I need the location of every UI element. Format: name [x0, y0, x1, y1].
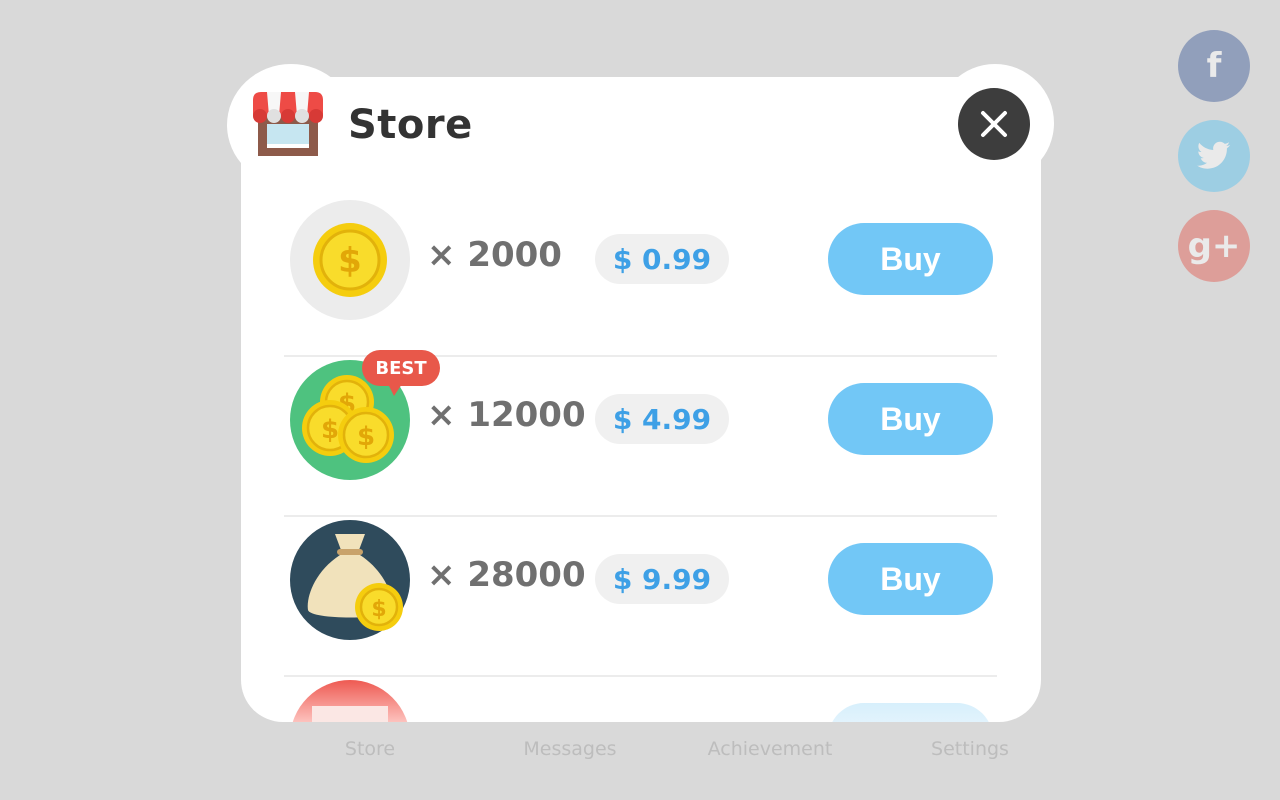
store-item-row: $ × 28000 $ 9.99 Buy: [284, 517, 997, 677]
item-quantity: × 2000: [427, 235, 562, 275]
modal-header: Store: [253, 92, 473, 158]
single-coin-icon: $: [290, 200, 410, 320]
buy-button[interactable]: Buy: [828, 543, 993, 615]
item-quantity: × 28000: [427, 555, 586, 595]
page-title: Store: [348, 102, 473, 148]
social-bar: f g+: [1178, 30, 1250, 282]
close-icon: [981, 111, 1007, 137]
bottom-nav: Store Messages Achievement Settings: [270, 738, 1070, 778]
buy-button[interactable]: Buy: [828, 223, 993, 295]
nav-store[interactable]: Store: [270, 738, 470, 760]
store-item-row: $ × 2000 $ 0.99 Buy: [284, 197, 997, 357]
svg-text:$: $: [371, 597, 386, 622]
google-plus-icon[interactable]: g+: [1178, 210, 1250, 282]
facebook-icon[interactable]: f: [1178, 30, 1250, 102]
store-item-row: $ $ $ BEST × 12000 $ 4.99 Buy: [284, 350, 997, 517]
store-bundle-icon: [290, 680, 410, 722]
store-item-list: $ × 2000 $ 0.99 Buy $ $ $ BEST × 12000 $…: [284, 197, 997, 722]
nav-settings[interactable]: Settings: [870, 738, 1070, 760]
store-modal: $ × 2000 $ 0.99 Buy $ $ $ BEST × 12000 $…: [241, 77, 1041, 722]
svg-text:$: $: [357, 422, 375, 452]
item-price: $ 4.99: [595, 394, 729, 444]
twitter-icon[interactable]: [1178, 120, 1250, 192]
close-button[interactable]: [958, 88, 1030, 160]
nav-achievement[interactable]: Achievement: [670, 738, 870, 760]
buy-button[interactable]: [828, 703, 993, 722]
coin-stack-icon: $ $ $ BEST: [290, 350, 440, 480]
store-icon: [253, 92, 323, 158]
item-quantity: × 12000: [427, 395, 586, 435]
svg-text:$: $: [338, 241, 362, 281]
item-price: $ 0.99: [595, 234, 729, 284]
store-item-row: [284, 677, 997, 722]
buy-button[interactable]: Buy: [828, 383, 993, 455]
item-price: $ 9.99: [595, 554, 729, 604]
nav-messages[interactable]: Messages: [470, 738, 670, 760]
best-badge: BEST: [362, 350, 440, 396]
screen: f g+ Store Messages Achievement Settings…: [0, 0, 1280, 800]
svg-text:$: $: [321, 415, 339, 445]
money-bag-icon: $: [290, 520, 410, 640]
